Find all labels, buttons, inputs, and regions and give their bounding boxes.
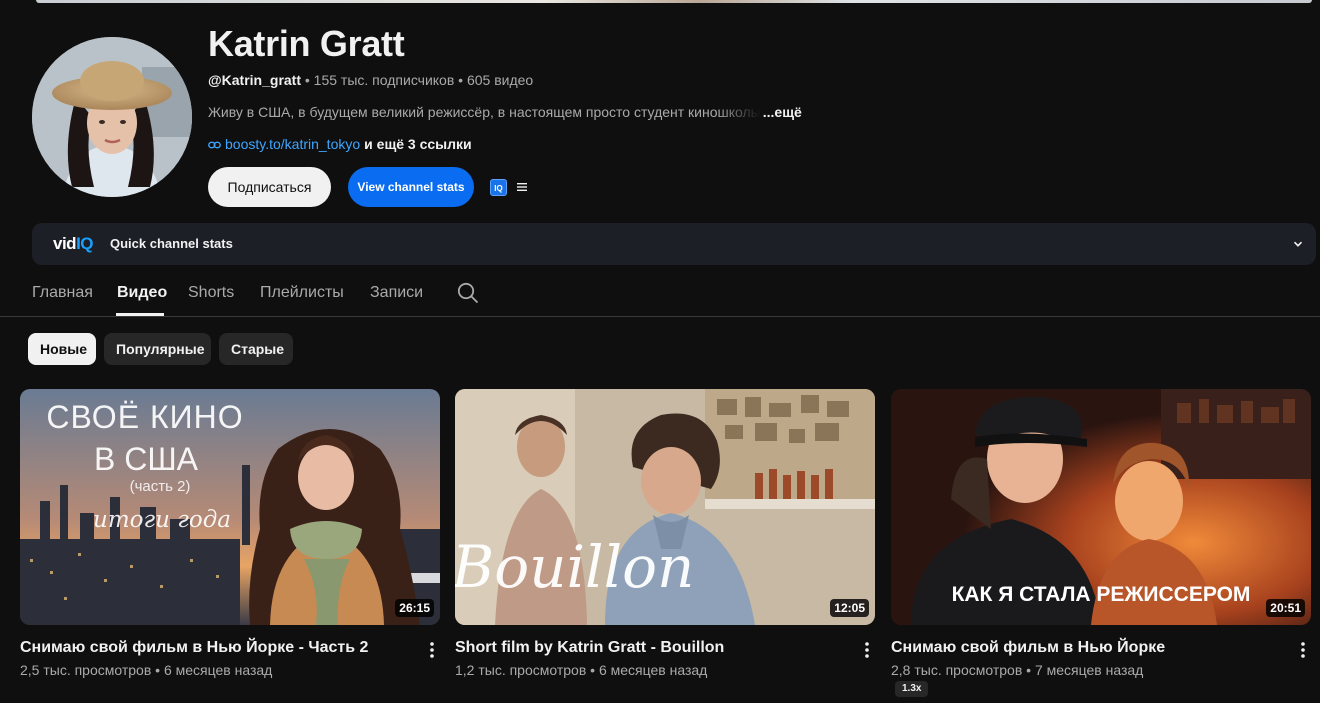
video-duration: 20:51 (1266, 599, 1305, 617)
video-card: Bouillon 12:05 Short film by Katrin Grat… (455, 389, 875, 678)
channel-name: Katrin Gratt (208, 23, 405, 64)
video-title[interactable]: Short film by Katrin Gratt - Bouillon (455, 639, 835, 657)
tabs-divider (0, 316, 1320, 317)
view-channel-stats-button[interactable]: View channel stats (348, 167, 474, 207)
more-links[interactable]: и ещё 3 ссылки (364, 136, 471, 152)
channel-links: boosty.to/katrin_tokyo и ещё 3 ссылки (208, 136, 472, 152)
link-icon (208, 141, 221, 149)
video-title[interactable]: Снимаю свой фильм в Нью Йорке - Часть 2 (20, 639, 400, 657)
thumb-caption: КАК Я СТАЛА РЕЖИССЕРОМ (952, 583, 1251, 606)
tab-shorts[interactable]: Shorts (188, 284, 234, 302)
video-meta: 1,2 тыс. просмотров • 6 месяцев назад (455, 662, 708, 678)
vidiq-quick-stats-bar[interactable]: vidIQ Quick channel stats (32, 223, 1316, 265)
video-card: КАК Я СТАЛА РЕЖИССЕРОМ 20:51 Снимаю свой… (891, 389, 1311, 697)
video-thumbnail[interactable]: Bouillon 12:05 (455, 389, 875, 625)
tab-videos[interactable]: Видео (117, 284, 167, 302)
thumb-line-4: итоги года (93, 507, 231, 533)
video-duration: 26:15 (395, 599, 434, 617)
search-icon[interactable] (457, 282, 479, 304)
thumb-line-1: СВОЁ КИНО (46, 399, 243, 435)
vidiq-badge-icon[interactable]: IQ (490, 179, 507, 196)
video-thumbnail[interactable]: КАК Я СТАЛА РЕЖИССЕРОМ 20:51 (891, 389, 1311, 625)
more-vert-icon[interactable] (863, 641, 871, 659)
menu-icon[interactable] (516, 180, 528, 194)
chevron-down-icon[interactable] (1292, 238, 1304, 250)
filter-chip-newest[interactable]: Новые (28, 333, 96, 365)
thumbnail-image: СВОЁ КИНО В США (часть 2) итоги года (20, 389, 440, 625)
video-meta: 2,5 тыс. просмотров • 6 месяцев назад (20, 662, 273, 678)
vidiq-logo-vid: vid (53, 234, 77, 253)
filter-chip-popular[interactable]: Популярные (104, 333, 211, 365)
video-duration: 12:05 (830, 599, 869, 617)
video-title[interactable]: Снимаю свой фильм в Нью Йорке (891, 639, 1271, 657)
channel-external-link[interactable]: boosty.to/katrin_tokyo (225, 136, 360, 152)
video-thumbnail[interactable]: СВОЁ КИНО В США (часть 2) итоги года 26:… (20, 389, 440, 625)
avatar-image (32, 37, 192, 197)
channel-handle: @Katrin_gratt (208, 72, 301, 88)
more-vert-icon[interactable] (1299, 641, 1307, 659)
more-vert-icon[interactable] (428, 641, 436, 659)
video-count: • 605 видео (454, 72, 534, 88)
vidiq-logo: vidIQ (53, 234, 94, 254)
thumb-script-title: Bouillon (455, 533, 694, 601)
video-meta: 2,8 тыс. просмотров • 7 месяцев назад (891, 662, 1144, 678)
channel-banner (36, 0, 1312, 3)
tab-home[interactable]: Главная (32, 284, 93, 302)
thumbnail-image: КАК Я СТАЛА РЕЖИССЕРОМ (891, 389, 1311, 625)
channel-meta: @Katrin_gratt • 155 тыс. подписчиков • 6… (208, 72, 533, 88)
thumb-line-3: (часть 2) (130, 478, 191, 495)
subscribe-button[interactable]: Подписаться (208, 167, 331, 207)
channel-avatar[interactable] (32, 37, 192, 197)
thumbnail-image: Bouillon (455, 389, 875, 625)
description-text: Живу в США, в будущем великий режиссёр, … (208, 104, 761, 120)
tab-playlists[interactable]: Плейлисты (260, 284, 344, 302)
channel-description[interactable]: Живу в США, в будущем великий режиссёр, … (208, 104, 818, 120)
description-more-link[interactable]: ...ещё (763, 104, 802, 120)
thumb-line-2: В США (94, 441, 199, 477)
video-card: СВОЁ КИНО В США (часть 2) итоги года 26:… (20, 389, 440, 678)
filter-chip-oldest[interactable]: Старые (219, 333, 293, 365)
playback-speed-badge[interactable]: 1.3x (895, 681, 929, 697)
tab-posts[interactable]: Записи (370, 284, 423, 302)
vidiq-logo-iq: IQ (76, 234, 94, 253)
vidiq-title: Quick channel stats (110, 236, 233, 251)
subscriber-count: • 155 тыс. подписчиков (301, 72, 455, 88)
